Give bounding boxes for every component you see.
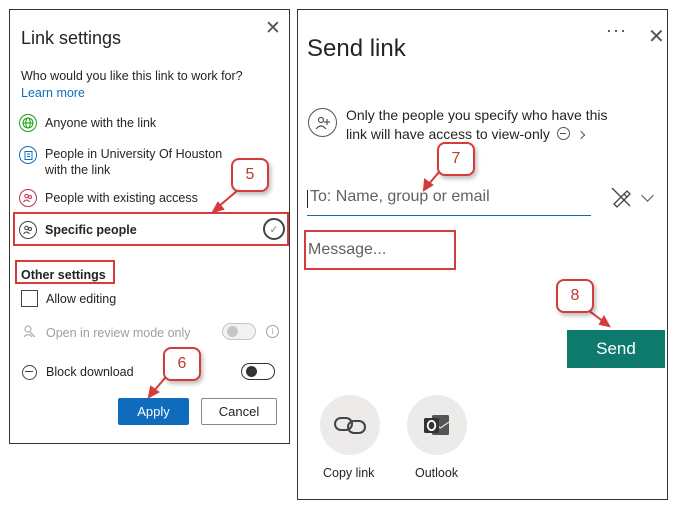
step-badge-8: 8 — [556, 279, 594, 313]
annotation-arrows — [147, 171, 611, 399]
step-badge-6: 6 — [163, 347, 201, 381]
step-badge-7: 7 — [437, 142, 475, 176]
step-badge-5: 5 — [231, 158, 269, 192]
